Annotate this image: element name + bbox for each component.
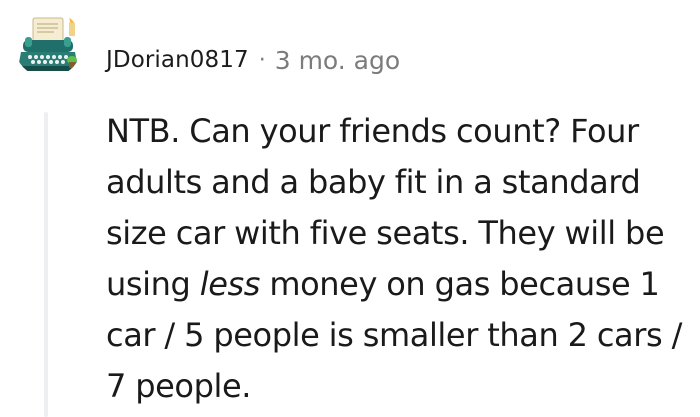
comment-body-line: NTB. Can your friends count? Four [106, 112, 639, 150]
comment-body-line: size car with five seats. They will be [106, 214, 665, 252]
comment-body-line: using less money on gas because 1 [106, 259, 686, 310]
comment-meta: JDorian0817 · 3 mo. ago [106, 40, 400, 80]
comment-text-segment: using [106, 265, 200, 303]
thread-line[interactable] [44, 112, 48, 417]
meta-separator: · [258, 47, 266, 73]
timestamp[interactable]: 3 mo. ago [275, 46, 400, 75]
comment-text-segment: money on gas because 1 [260, 265, 660, 303]
emphasized-text: less [199, 265, 261, 303]
comment-body-line: 7 people. [106, 367, 252, 405]
comment-body: NTB. Can your friends count? Four adults… [106, 106, 686, 412]
comment-body-line: car / 5 people is smaller than 2 cars / [106, 316, 682, 354]
comment: JDorian0817 · 3 mo. ago NTB. Can your fr… [0, 0, 700, 417]
comment-body-line: adults and a baby fit in a standard [106, 163, 641, 201]
username-link[interactable]: JDorian0817 [106, 47, 249, 73]
typewriter-avatar-icon[interactable] [14, 10, 82, 78]
